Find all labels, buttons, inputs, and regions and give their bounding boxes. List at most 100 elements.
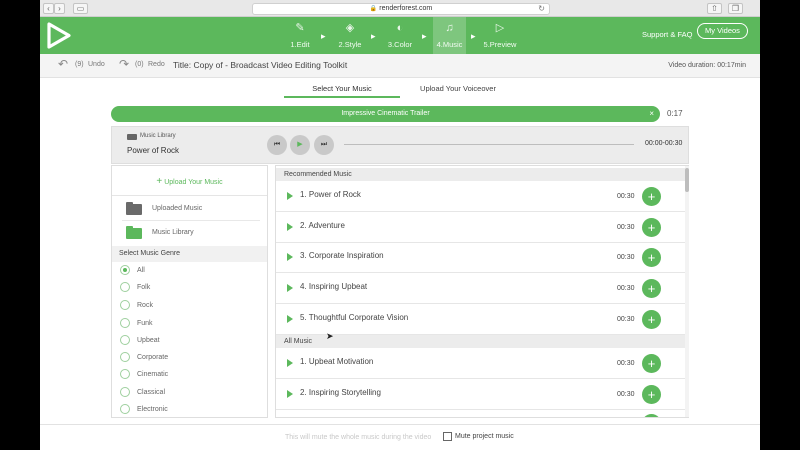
add-track-button[interactable]: + [642,354,661,373]
track-duration: 00:30 [617,360,635,367]
radio-icon[interactable] [120,335,130,345]
music-list: Recommended Music 1. Power of Rock 00:30… [275,165,689,418]
track-name: 4. Inspiring Upbeat [300,282,368,291]
redo-count: (0) [135,61,144,68]
selected-track-time: 0:17 [667,109,683,118]
support-faq-link[interactable]: Support & FAQ [642,30,692,39]
upload-music-button[interactable]: + Upload Your Music [112,166,267,196]
sidebar-icon[interactable]: ▭ [73,3,88,14]
redo-icon[interactable]: ↷ [119,57,129,71]
add-track-button[interactable]: + [642,385,661,404]
list-item[interactable]: 1. Power of Rock 00:30 + [276,181,688,212]
radio-icon[interactable] [120,387,130,397]
list-item[interactable]: + [276,410,688,417]
genre-header: Select Music Genre [112,246,267,262]
play-icon[interactable] [287,253,293,261]
track-duration: 00:30 [617,285,635,292]
chevron-right-icon: ▸ [371,31,376,41]
tab-select-music[interactable]: Select Your Music [284,84,400,98]
add-track-button[interactable]: + [642,279,661,298]
step-edit[interactable]: ✎ 1.Edit [280,17,320,54]
radio-icon[interactable] [120,352,130,362]
genre-label: Rock [137,302,153,309]
list-item[interactable]: 2. Inspiring Storytelling 00:30 + [276,379,688,410]
add-track-button[interactable]: + [642,310,661,329]
add-track-button[interactable]: + [642,218,661,237]
add-track-button[interactable]: + [642,414,661,417]
music-note-icon: ♫ [445,22,454,34]
address-bar[interactable]: 🔒 renderforest.com ↻ [252,3,550,15]
add-track-button[interactable]: + [642,187,661,206]
tabs-icon[interactable]: ❐ [728,3,743,14]
music-player: Music Library Power of Rock ⏮ ▶ ⏭ 00:00-… [111,126,689,164]
step-style-label: 2.Style [338,40,362,49]
mute-label[interactable]: Mute project music [455,433,514,440]
redo-button[interactable]: Redo [148,61,165,68]
mouse-cursor-icon: ➤ [326,331,334,341]
paint-bucket-icon: ◐ [396,22,404,34]
chevron-right-icon: ▸ [471,31,476,41]
add-track-button[interactable]: + [642,248,661,267]
track-name: 2. Adventure [300,221,345,230]
list-item[interactable]: 3. Corporate Inspiration 00:30 + [276,242,688,273]
step-preview-label: 5.Preview [483,40,517,49]
genre-label: Funk [137,320,153,327]
genre-label: All [137,267,145,274]
radio-icon[interactable] [120,282,130,292]
app-header: ✎ 1.Edit ▸ ◈ 2.Style ▸ ◐ 3.Color ▸ ♫ 4.M… [40,17,760,54]
radio-icon[interactable] [120,369,130,379]
step-preview[interactable]: ▷ 5.Preview [479,17,521,54]
play-icon[interactable] [287,315,293,323]
step-music[interactable]: ♫ 4.Music [433,17,466,54]
mute-checkbox[interactable] [443,432,452,441]
play-icon[interactable] [287,390,293,398]
list-item[interactable]: 5. Thoughtful Corporate Vision 00:30 + [276,304,688,335]
play-button[interactable]: ▶ [290,135,310,155]
play-icon[interactable] [287,284,293,292]
selected-track-banner: Impressive Cinematic Trailer × [111,106,660,122]
player-library-label: Music Library [140,133,176,139]
track-duration: 00:30 [617,224,635,231]
undo-button[interactable]: Undo [88,61,105,68]
upload-music-label: Upload Your Music [164,179,223,186]
skip-forward-icon[interactable]: ⏭ [314,135,334,155]
video-duration: Video duration: 00:17min [668,62,746,69]
renderforest-logo-icon[interactable] [46,22,72,49]
back-icon[interactable]: ‹ [43,3,54,14]
step-music-label: 4.Music [436,40,463,49]
pencil-icon: ✎ [295,22,305,34]
chevron-right-icon: ▸ [422,31,427,41]
progress-bar[interactable] [344,144,634,145]
step-color[interactable]: ◐ 3.Color [380,17,420,54]
play-icon: ▷ [495,22,505,34]
radio-icon[interactable] [120,404,130,414]
project-title[interactable]: Title: Copy of - Broadcast Video Editing… [173,60,347,70]
play-icon[interactable] [287,223,293,231]
my-videos-button[interactable]: My Videos [697,23,748,39]
forward-icon[interactable]: › [54,3,65,14]
tab-upload-voiceover[interactable]: Upload Your Voiceover [410,84,506,98]
list-item[interactable]: 2. Adventure 00:30 + [276,212,688,243]
share-icon[interactable]: ⇧ [707,3,722,14]
uploaded-music-link[interactable]: Uploaded Music [152,205,202,212]
track-name: 1. Power of Rock [300,190,361,199]
scrollbar-track[interactable] [685,166,689,417]
undo-icon[interactable]: ↶ [58,57,68,71]
plus-icon: + [156,176,163,187]
list-item[interactable]: 4. Inspiring Upbeat 00:30 + [276,273,688,304]
radio-icon[interactable] [120,318,130,328]
reload-icon[interactable]: ↻ [538,4,545,14]
radio-icon[interactable] [120,300,130,310]
folder-icon [126,202,142,215]
browser-window: ‹ › ▭ 🔒 renderforest.com ↻ ⇧ ❐ ✎ 1.Edit ▸… [40,0,760,450]
genre-label: Upbeat [137,337,160,344]
play-icon[interactable] [287,359,293,367]
music-library-link[interactable]: Music Library [152,229,194,236]
close-icon[interactable]: × [649,106,654,122]
radio-icon[interactable] [120,265,130,275]
list-item[interactable]: 1. Upbeat Motivation 00:30 + [276,348,688,379]
play-icon[interactable] [287,192,293,200]
skip-back-icon[interactable]: ⏮ [267,135,287,155]
scrollbar-thumb[interactable] [685,168,689,192]
step-style[interactable]: ◈ 2.Style [330,17,370,54]
